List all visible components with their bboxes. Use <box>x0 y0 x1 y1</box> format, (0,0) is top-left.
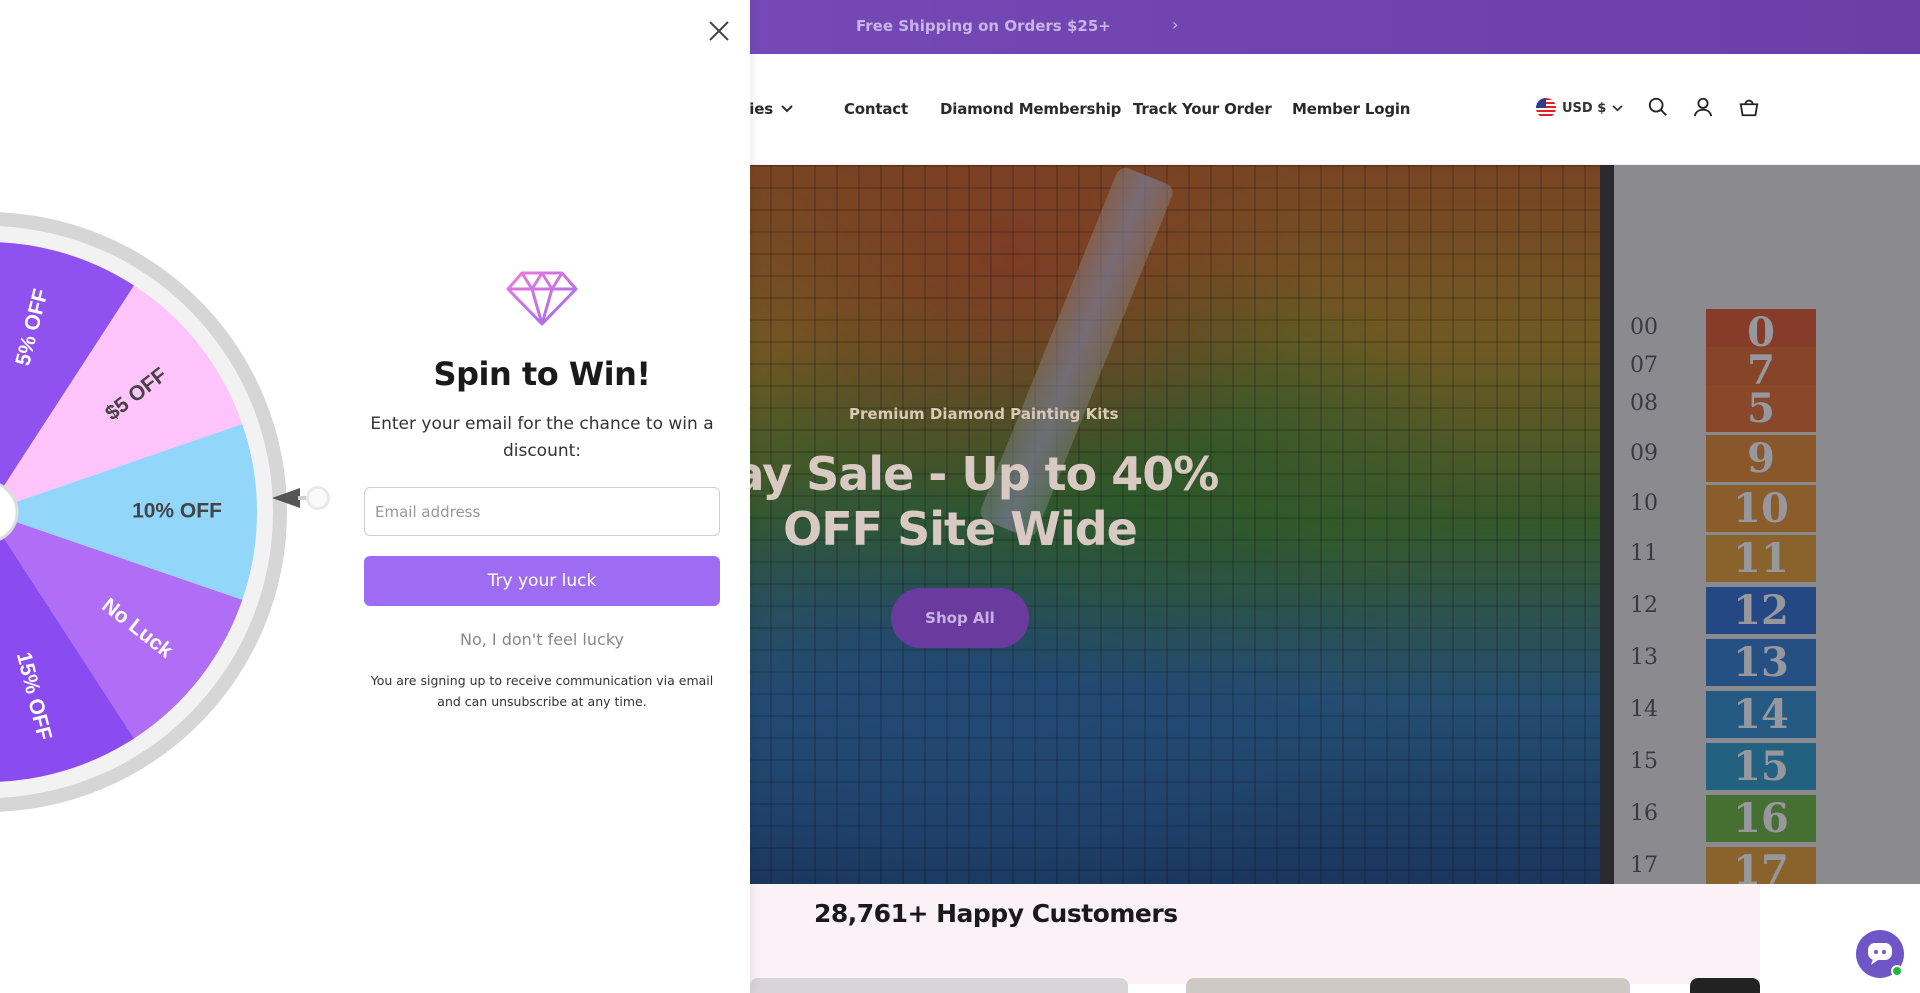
currency-label: USD $ <box>1562 100 1607 116</box>
currency-selector[interactable]: USD $ <box>1536 98 1623 118</box>
account-icon[interactable] <box>1692 96 1714 118</box>
chat-icon <box>1868 943 1892 965</box>
chevron-down-icon <box>781 105 793 113</box>
review-card[interactable] <box>1186 978 1630 993</box>
review-card[interactable] <box>1690 978 1760 993</box>
wheel-segment-label: 10% OFF <box>132 500 222 523</box>
nav-item-track-order[interactable]: Track Your Order <box>1133 100 1272 118</box>
online-status-dot <box>1891 965 1903 977</box>
prize-wheel: Sorry...5% OFF$5 OFF10% OFFNo Luck15% OF… <box>0 212 287 812</box>
decline-link[interactable]: No, I don't feel lucky <box>364 630 720 649</box>
announcement-text[interactable]: Free Shipping on Orders $25+ <box>856 17 1111 35</box>
review-card[interactable] <box>750 978 1128 993</box>
hero-title: day Sale - Up to 40% OFF Site Wide <box>701 447 1220 556</box>
nav-item-contact[interactable]: Contact <box>844 100 908 118</box>
chevron-right-icon[interactable]: › <box>1172 15 1178 34</box>
popup-title: Spin to Win! <box>433 355 651 393</box>
popup-description: Enter your email for the chance to win a… <box>370 414 714 461</box>
shop-all-button[interactable]: Shop All <box>891 588 1029 648</box>
wheel-pointer-icon <box>272 486 330 510</box>
search-icon[interactable] <box>1647 96 1669 118</box>
cart-icon[interactable] <box>1738 96 1760 118</box>
spin-to-win-popup: Sorry...5% OFF$5 OFF10% OFFNo Luck15% OF… <box>0 0 750 993</box>
hero-kicker: Premium Diamond Painting Kits <box>849 405 1119 423</box>
nav-item-diamond-membership[interactable]: Diamond Membership <box>940 100 1121 118</box>
close-icon[interactable] <box>706 18 732 44</box>
email-field[interactable] <box>364 487 720 536</box>
customers-title: 28,761+ Happy Customers <box>814 899 1178 928</box>
diamond-icon <box>506 271 578 326</box>
nav-item-member-login[interactable]: Member Login <box>1292 100 1410 118</box>
chevron-down-icon <box>1612 104 1623 111</box>
us-flag-icon <box>1536 98 1556 118</box>
legal-notice: You are signing up to receive communicat… <box>370 673 714 709</box>
try-your-luck-button[interactable]: Try your luck <box>364 556 720 606</box>
